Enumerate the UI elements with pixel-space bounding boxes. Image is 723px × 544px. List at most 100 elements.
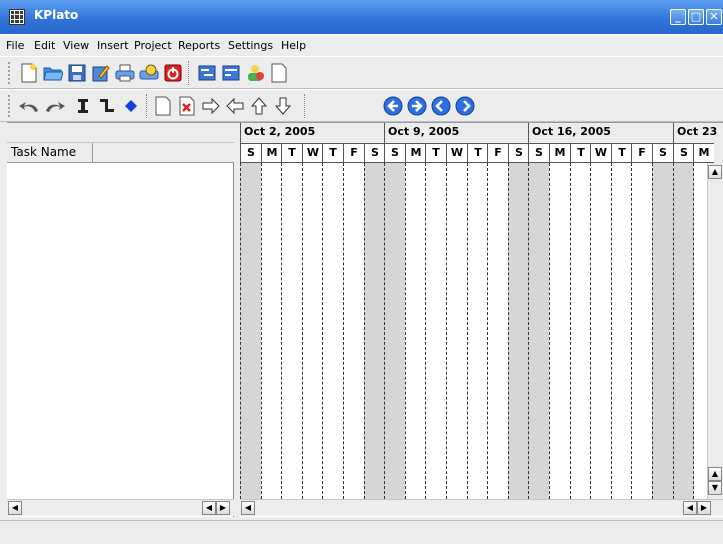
gantt-day-header: W <box>446 143 467 163</box>
scroll-up-arrow[interactable]: ▲ <box>708 467 722 481</box>
toolbar-separator <box>188 61 190 85</box>
menu-settings[interactable]: Settings <box>228 39 273 52</box>
weekend-column <box>384 163 405 499</box>
unindent-icon[interactable] <box>224 95 246 117</box>
resource-view-icon[interactable] <box>220 62 242 84</box>
menu-reports[interactable]: Reports <box>178 39 220 52</box>
go-back-icon[interactable] <box>382 95 404 117</box>
gantt-day-header: F <box>487 143 508 163</box>
gantt-week-header: Oct 16, 2005 <box>528 123 672 143</box>
gantt-day-header: T <box>281 143 302 163</box>
gantt-day-gridline <box>384 163 385 499</box>
gantt-day-gridline <box>281 163 282 499</box>
gantt-day-gridline <box>673 163 674 499</box>
status-bar <box>0 520 723 544</box>
gantt-day-header: F <box>343 143 364 163</box>
add-task-icon[interactable] <box>72 95 94 117</box>
gantt-day-gridline <box>240 163 241 499</box>
open-folder-icon[interactable] <box>42 62 64 84</box>
gantt-day-header: M <box>693 143 714 163</box>
print-preview-icon[interactable] <box>138 62 160 84</box>
task-list-pane[interactable]: Task Name ◀ ◀ ▶ <box>7 123 234 517</box>
weekend-column <box>528 163 549 499</box>
redo-icon[interactable] <box>44 95 66 117</box>
new-document-icon[interactable] <box>18 62 40 84</box>
save-icon[interactable] <box>66 62 88 84</box>
gantt-day-gridline <box>570 163 571 499</box>
maximize-button[interactable]: □ <box>688 9 704 25</box>
add-subtask-icon[interactable] <box>96 95 118 117</box>
gantt-day-gridline <box>528 163 529 499</box>
gantt-timeline-header: S M T W T F S S M T W T F S S M T W T F S S M Oct 2, 2005 Oct 9,… <box>240 123 723 163</box>
gantt-day-gridline <box>693 163 694 499</box>
menu-project[interactable]: Project <box>134 39 172 52</box>
gantt-day-header: S <box>508 143 529 163</box>
move-up-icon[interactable] <box>248 95 270 117</box>
menu-view[interactable]: View <box>63 39 89 52</box>
minimize-button[interactable]: _ <box>670 9 686 25</box>
window-title: KPlato <box>34 8 79 22</box>
scroll-right-arrow[interactable]: ▶ <box>697 501 711 515</box>
gantt-horizontal-scrollbar[interactable]: ◀ ◀ ▶ <box>240 499 723 516</box>
gantt-day-header: W <box>590 143 611 163</box>
gantt-workspace: Task Name ◀ ◀ ▶ SMTWTFSSMTWTFSSMTWTFSSMO… <box>7 122 723 517</box>
gantt-day-gridline <box>405 163 406 499</box>
gantt-day-gridline <box>611 163 612 499</box>
weekend-column <box>508 163 529 499</box>
gantt-chart-pane[interactable]: S M T W T F S S M T W T F S S M T W T F S S M Oct 2, 2005 Oct 9,… <box>240 123 723 517</box>
scroll-up-arrow[interactable]: ▲ <box>708 165 722 179</box>
edit-icon[interactable] <box>90 62 112 84</box>
scroll-right-arrow[interactable]: ▶ <box>216 501 230 515</box>
scroll-down-arrow[interactable]: ▼ <box>708 481 722 495</box>
kplato-app-icon[interactable] <box>9 9 25 25</box>
main-toolbar <box>0 56 723 89</box>
gantt-day-gridline <box>261 163 262 499</box>
gantt-day-header: S <box>673 143 694 163</box>
weekend-column <box>240 163 261 499</box>
toolbar-separator <box>304 94 306 118</box>
gantt-day-header: S <box>384 143 405 163</box>
menu-edit[interactable]: Edit <box>34 39 55 52</box>
go-forward-icon[interactable] <box>406 95 428 117</box>
gantt-day-header: T <box>322 143 343 163</box>
menu-help[interactable]: Help <box>281 39 306 52</box>
task-name-column-header[interactable]: Task Name <box>7 143 93 163</box>
gantt-view-icon[interactable] <box>196 62 218 84</box>
gantt-day-header: S <box>240 143 261 163</box>
toolbar-grip[interactable] <box>7 94 11 118</box>
gantt-day-gridline <box>322 163 323 499</box>
gantt-day-gridline <box>508 163 509 499</box>
close-button[interactable]: ✕ <box>706 9 722 25</box>
gantt-day-gridline <box>425 163 426 499</box>
indent-icon[interactable] <box>200 95 222 117</box>
task-list-header-spacer <box>7 123 234 143</box>
quit-icon[interactable] <box>162 62 184 84</box>
toolbar-grip[interactable] <box>7 61 11 85</box>
undo-icon[interactable] <box>18 95 40 117</box>
gantt-day-gridline <box>364 163 365 499</box>
gantt-day-header: S <box>528 143 549 163</box>
report-icon[interactable] <box>268 62 290 84</box>
move-down-icon[interactable] <box>272 95 294 117</box>
weekend-column <box>364 163 385 499</box>
gantt-day-gridline <box>631 163 632 499</box>
go-previous-icon[interactable] <box>430 95 452 117</box>
scroll-left-arrow[interactable]: ◀ <box>241 501 255 515</box>
gantt-day-gridline <box>590 163 591 499</box>
scroll-left-arrow[interactable]: ◀ <box>202 501 216 515</box>
gantt-vertical-scrollbar[interactable]: ▲ ▲ ▼ <box>707 163 723 499</box>
accounts-icon[interactable] <box>244 62 266 84</box>
new-view-icon[interactable] <box>152 95 174 117</box>
weekend-column <box>673 163 694 499</box>
add-milestone-icon[interactable] <box>120 95 142 117</box>
delete-task-icon[interactable] <box>176 95 198 117</box>
scroll-left-arrow[interactable]: ◀ <box>8 501 22 515</box>
task-list-horizontal-scrollbar[interactable]: ◀ ◀ ▶ <box>7 499 234 516</box>
print-icon[interactable] <box>114 62 136 84</box>
menu-insert[interactable]: Insert <box>97 39 129 52</box>
go-next-icon[interactable] <box>454 95 476 117</box>
scroll-left-arrow[interactable]: ◀ <box>683 501 697 515</box>
title-bar[interactable]: KPlato _ □ ✕ <box>0 0 723 34</box>
menu-file[interactable]: File <box>6 39 24 52</box>
gantt-day-gridline <box>467 163 468 499</box>
